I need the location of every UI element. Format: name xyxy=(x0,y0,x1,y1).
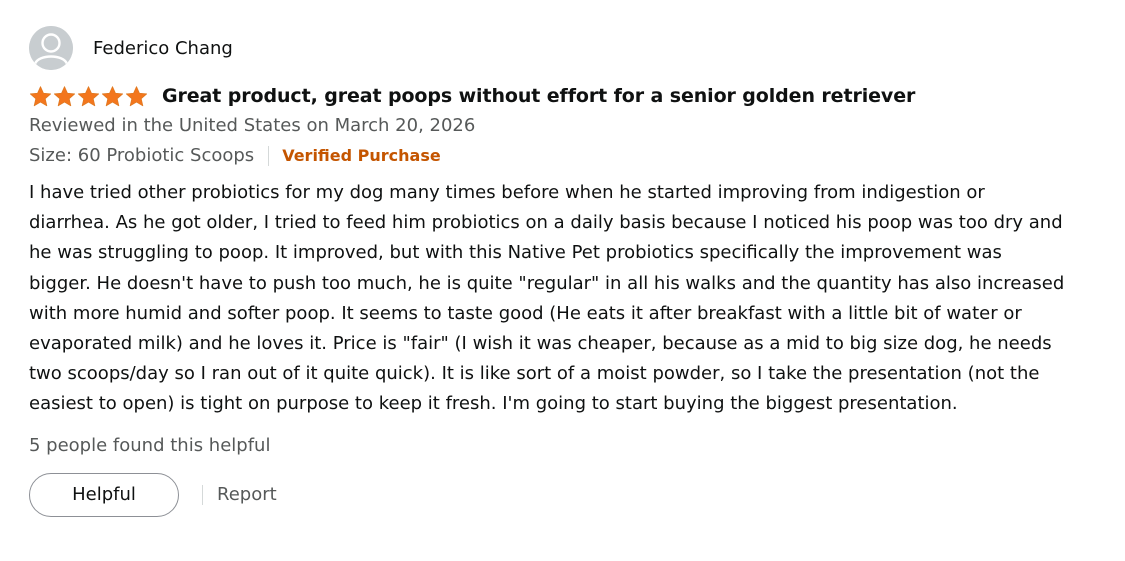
review-body: I have tried other probiotics for my dog… xyxy=(29,182,1065,415)
star-icon xyxy=(77,85,100,106)
reviewer-profile[interactable]: Federico Chang xyxy=(29,26,1089,70)
avatar[interactable] xyxy=(29,26,73,70)
review-date: Reviewed in the United States on March 2… xyxy=(29,115,476,136)
user-silhouette-icon xyxy=(29,26,73,70)
reviewer-name[interactable]: Federico Chang xyxy=(93,38,233,59)
review-card: Federico Chang Great product, great poop… xyxy=(29,26,1089,517)
review-meta: Size: 60 Probiotic Scoops Verified Purch… xyxy=(29,143,1089,169)
size-variant: Size: 60 Probiotic Scoops xyxy=(29,145,255,166)
review-title-row: Great product, great poops without effor… xyxy=(29,83,1089,109)
review-actions: Helpful Report xyxy=(29,472,1089,517)
helpful-count: 5 people found this helpful xyxy=(29,434,271,456)
review-title[interactable]: Great product, great poops without effor… xyxy=(162,85,915,107)
divider xyxy=(202,484,203,505)
star-icon xyxy=(53,85,76,106)
star-icon xyxy=(101,85,124,106)
star-icon xyxy=(125,85,148,106)
verified-purchase-badge: Verified Purchase xyxy=(282,146,441,165)
star-icon xyxy=(29,85,52,106)
report-link[interactable]: Report xyxy=(217,484,277,505)
helpful-button[interactable]: Helpful xyxy=(29,472,179,517)
star-rating[interactable] xyxy=(29,85,148,108)
divider xyxy=(268,146,270,166)
